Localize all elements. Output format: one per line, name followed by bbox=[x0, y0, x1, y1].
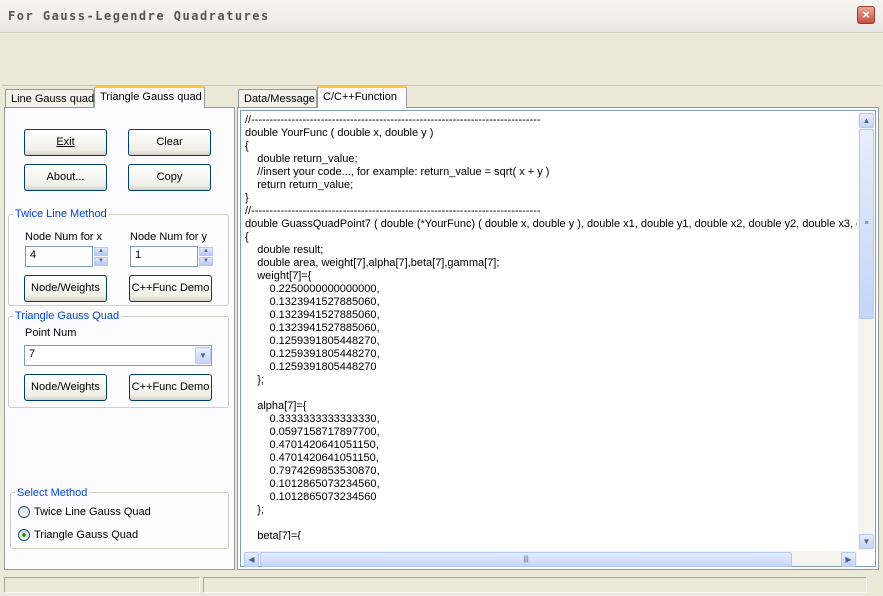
triangle-func-demo-label: C++Func Demo bbox=[131, 381, 210, 393]
exit-button-label: Exit bbox=[56, 136, 75, 148]
triangle-quad-group-title: Triangle Gauss Quad bbox=[13, 310, 122, 322]
code-line: double YourFunc ( double x, double y ) bbox=[245, 127, 434, 139]
about-button[interactable]: About... bbox=[24, 164, 107, 191]
triangle-func-demo-button[interactable]: C++Func Demo bbox=[129, 374, 212, 401]
code-line: }; bbox=[245, 374, 264, 386]
about-button-label: About... bbox=[46, 171, 85, 183]
code-line: } bbox=[245, 192, 249, 204]
point-num-select[interactable]: 7 bbox=[24, 345, 212, 366]
code-line: double area, weight[7],alpha[7],beta[7],… bbox=[245, 257, 500, 269]
code-line: 0.1259391805448270 bbox=[245, 361, 377, 373]
status-pane-1 bbox=[4, 577, 200, 593]
spin-down-icon[interactable]: ▼ bbox=[199, 257, 213, 266]
code-line: 0.1323941527885060, bbox=[245, 296, 380, 308]
spin-down-icon[interactable]: ▼ bbox=[94, 257, 108, 266]
window-title: For Gauss-Legendre Quadratures bbox=[8, 9, 270, 23]
code-line: }; bbox=[245, 504, 264, 516]
scroll-down-icon[interactable]: ▼ bbox=[859, 534, 874, 549]
scroll-left-icon[interactable]: ◀ bbox=[244, 552, 259, 567]
code-line: { bbox=[245, 231, 249, 243]
code-line: 0.1323941527885060, bbox=[245, 309, 380, 321]
code-line: beta[7]={ bbox=[245, 530, 301, 540]
tab-triangle-gauss-quad[interactable]: Triangle Gauss quad bbox=[94, 86, 205, 108]
scroll-up-icon[interactable]: ▲ bbox=[859, 113, 874, 128]
code-line: 0.4701420641051150, bbox=[245, 452, 379, 464]
node-num-x-spinner[interactable]: ▲ ▼ bbox=[94, 247, 108, 266]
point-num-label: Point Num bbox=[25, 327, 77, 339]
chevron-down-icon[interactable]: ▼ bbox=[195, 347, 211, 364]
spin-up-icon[interactable]: ▲ bbox=[199, 247, 213, 256]
tab-line-gauss-quad[interactable]: Line Gauss quad bbox=[5, 89, 94, 108]
code-line: 0.4701420641051150, bbox=[245, 439, 379, 451]
code-line: 0.0597158717897700, bbox=[245, 426, 380, 438]
tab-cpp-function[interactable]: C/C++Function bbox=[317, 86, 407, 108]
code-line: 0.1259391805448270, bbox=[245, 348, 380, 360]
node-num-y-label: Node Num for y bbox=[130, 231, 208, 243]
twice-node-weights-label: Node/Weights bbox=[31, 282, 100, 294]
code-line: return return_value; bbox=[245, 179, 354, 191]
code-line: double result; bbox=[245, 244, 324, 256]
code-line: //--------------------------------------… bbox=[245, 205, 541, 217]
code-viewport[interactable]: //--------------------------------------… bbox=[243, 112, 857, 540]
triangle-node-weights-button[interactable]: Node/Weights bbox=[24, 374, 107, 401]
node-num-y-spinner[interactable]: ▲ ▼ bbox=[199, 247, 213, 266]
node-num-x-label: Node Num for x bbox=[25, 231, 103, 243]
clear-button-label: Clear bbox=[156, 136, 183, 148]
status-pane-2 bbox=[203, 577, 867, 593]
clear-button[interactable]: Clear bbox=[128, 129, 211, 156]
code-text: //--------------------------------------… bbox=[243, 112, 857, 540]
code-line: { bbox=[245, 140, 249, 152]
point-num-value: 7 bbox=[29, 348, 36, 360]
spin-up-icon[interactable]: ▲ bbox=[94, 247, 108, 256]
code-line: alpha[7]={ bbox=[245, 400, 307, 412]
scroll-right-icon[interactable]: ▶ bbox=[841, 552, 856, 567]
code-line: 0.1323941527885060, bbox=[245, 322, 380, 334]
code-line: 0.2250000000000000, bbox=[245, 283, 380, 295]
code-line: //insert your code..., for example: retu… bbox=[245, 166, 550, 178]
title-bar: For Gauss-Legendre Quadratures × bbox=[0, 0, 883, 33]
vertical-scroll-thumb[interactable]: ≡ bbox=[859, 129, 874, 319]
code-line: 0.3333333333333330, bbox=[245, 413, 380, 425]
twice-func-demo-label: C++Func Demo bbox=[131, 282, 210, 294]
node-num-y-input[interactable]: 1 bbox=[130, 246, 198, 267]
twice-func-demo-button[interactable]: C++Func Demo bbox=[129, 275, 212, 302]
radio-twice-line[interactable] bbox=[18, 506, 30, 518]
copy-button[interactable]: Copy bbox=[128, 164, 211, 191]
exit-button[interactable]: Exit bbox=[24, 129, 107, 156]
code-line: double return_value; bbox=[245, 153, 358, 165]
radio-triangle[interactable] bbox=[18, 529, 30, 541]
code-line: 0.1012865073234560, bbox=[245, 478, 380, 490]
code-line: //--------------------------------------… bbox=[245, 114, 541, 126]
code-line: weight[7]={ bbox=[245, 270, 312, 282]
code-line: 0.1259391805448270, bbox=[245, 335, 380, 347]
close-icon[interactable]: × bbox=[857, 6, 875, 24]
twice-node-weights-button[interactable]: Node/Weights bbox=[24, 275, 107, 302]
copy-button-label: Copy bbox=[156, 171, 183, 183]
triangle-node-weights-label: Node/Weights bbox=[31, 381, 100, 393]
node-num-x-input[interactable]: 4 bbox=[25, 246, 93, 267]
twice-line-group-title: Twice Line Method bbox=[13, 208, 109, 220]
select-method-title: Select Method bbox=[15, 487, 90, 499]
horizontal-scroll-thumb[interactable]: ||| bbox=[260, 552, 792, 567]
code-line: double GuassQuadPoint7 ( double (*YourFu… bbox=[245, 218, 857, 230]
toolbar-area bbox=[2, 33, 881, 86]
radio-twice-line-label[interactable]: Twice Line Gauss Quad bbox=[34, 506, 151, 518]
code-line: 0.1012865073234560 bbox=[245, 491, 377, 503]
radio-triangle-label[interactable]: Triangle Gauss Quad bbox=[34, 529, 138, 541]
code-line: 0.7974269853530870, bbox=[245, 465, 380, 477]
tab-data-message[interactable]: Data/Message bbox=[238, 89, 317, 108]
